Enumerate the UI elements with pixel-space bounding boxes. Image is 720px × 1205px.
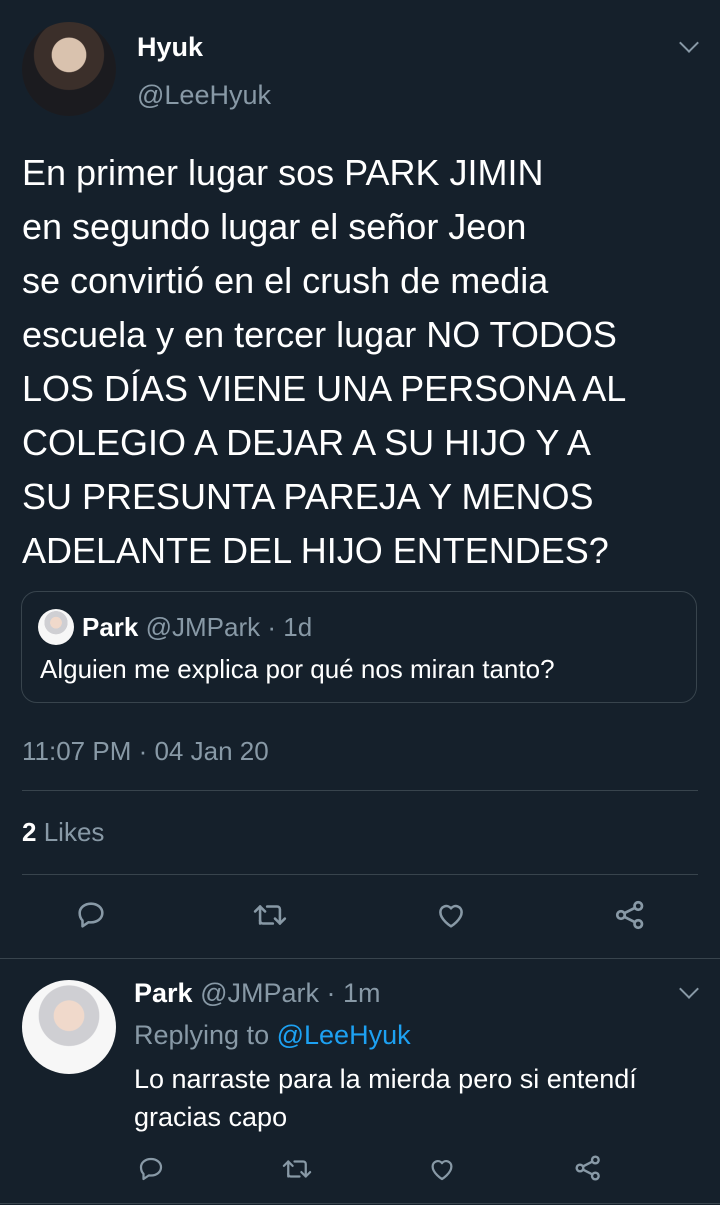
author-handle[interactable]: @LeeHyuk (137, 80, 271, 111)
likes-label: Likes (43, 817, 105, 847)
author-avatar[interactable] (22, 22, 116, 116)
quoted-header: Park @JMPark · 1d (82, 612, 312, 643)
reply-icon[interactable] (136, 1154, 166, 1184)
chevron-down-icon[interactable] (679, 33, 699, 53)
quoted-author-avatar (38, 609, 74, 645)
chevron-down-icon[interactable] (679, 979, 699, 999)
tweet-text: En primer lugar sos PARK JIMIN en segund… (22, 152, 627, 571)
replying-to-label: Replying to (134, 1020, 270, 1050)
likes-stat[interactable]: 2 Likes (22, 817, 104, 848)
like-icon[interactable] (426, 1154, 458, 1184)
retweet-icon[interactable] (251, 898, 289, 932)
like-icon[interactable] (433, 898, 469, 932)
divider (22, 790, 698, 791)
replying-to-handle[interactable]: @LeeHyuk (277, 1020, 411, 1050)
reply-author-handle[interactable]: @JMPark (200, 978, 319, 1008)
quoted-author-handle: @JMPark (145, 612, 261, 642)
reply-author-avatar[interactable] (22, 980, 116, 1074)
share-icon[interactable] (572, 1152, 604, 1184)
reply-header: Park @JMPark · 1m (134, 978, 381, 1009)
section-divider (0, 958, 720, 959)
share-icon[interactable] (612, 897, 648, 933)
reply-author-name[interactable]: Park (134, 978, 193, 1008)
quoted-author-name: Park (82, 612, 139, 642)
reply-text: Lo narraste para la mierda pero si enten… (134, 1064, 637, 1132)
reply-icon[interactable] (74, 898, 108, 932)
author-name[interactable]: Hyuk (137, 32, 203, 63)
bottom-divider (0, 1203, 720, 1204)
divider (22, 874, 698, 875)
likes-count: 2 (22, 817, 37, 847)
quoted-time: · 1d (267, 612, 313, 642)
retweet-icon[interactable] (280, 1154, 314, 1184)
quoted-tweet[interactable]: Park @JMPark · 1d Alguien me explica por… (21, 591, 697, 703)
quoted-text: Alguien me explica por qué nos miran tan… (40, 654, 555, 684)
reply-time: · 1m (326, 978, 381, 1008)
replying-to: Replying to @LeeHyuk (134, 1020, 411, 1051)
tweet-timestamp[interactable]: 11:07 PM · 04 Jan 20 (22, 736, 269, 767)
